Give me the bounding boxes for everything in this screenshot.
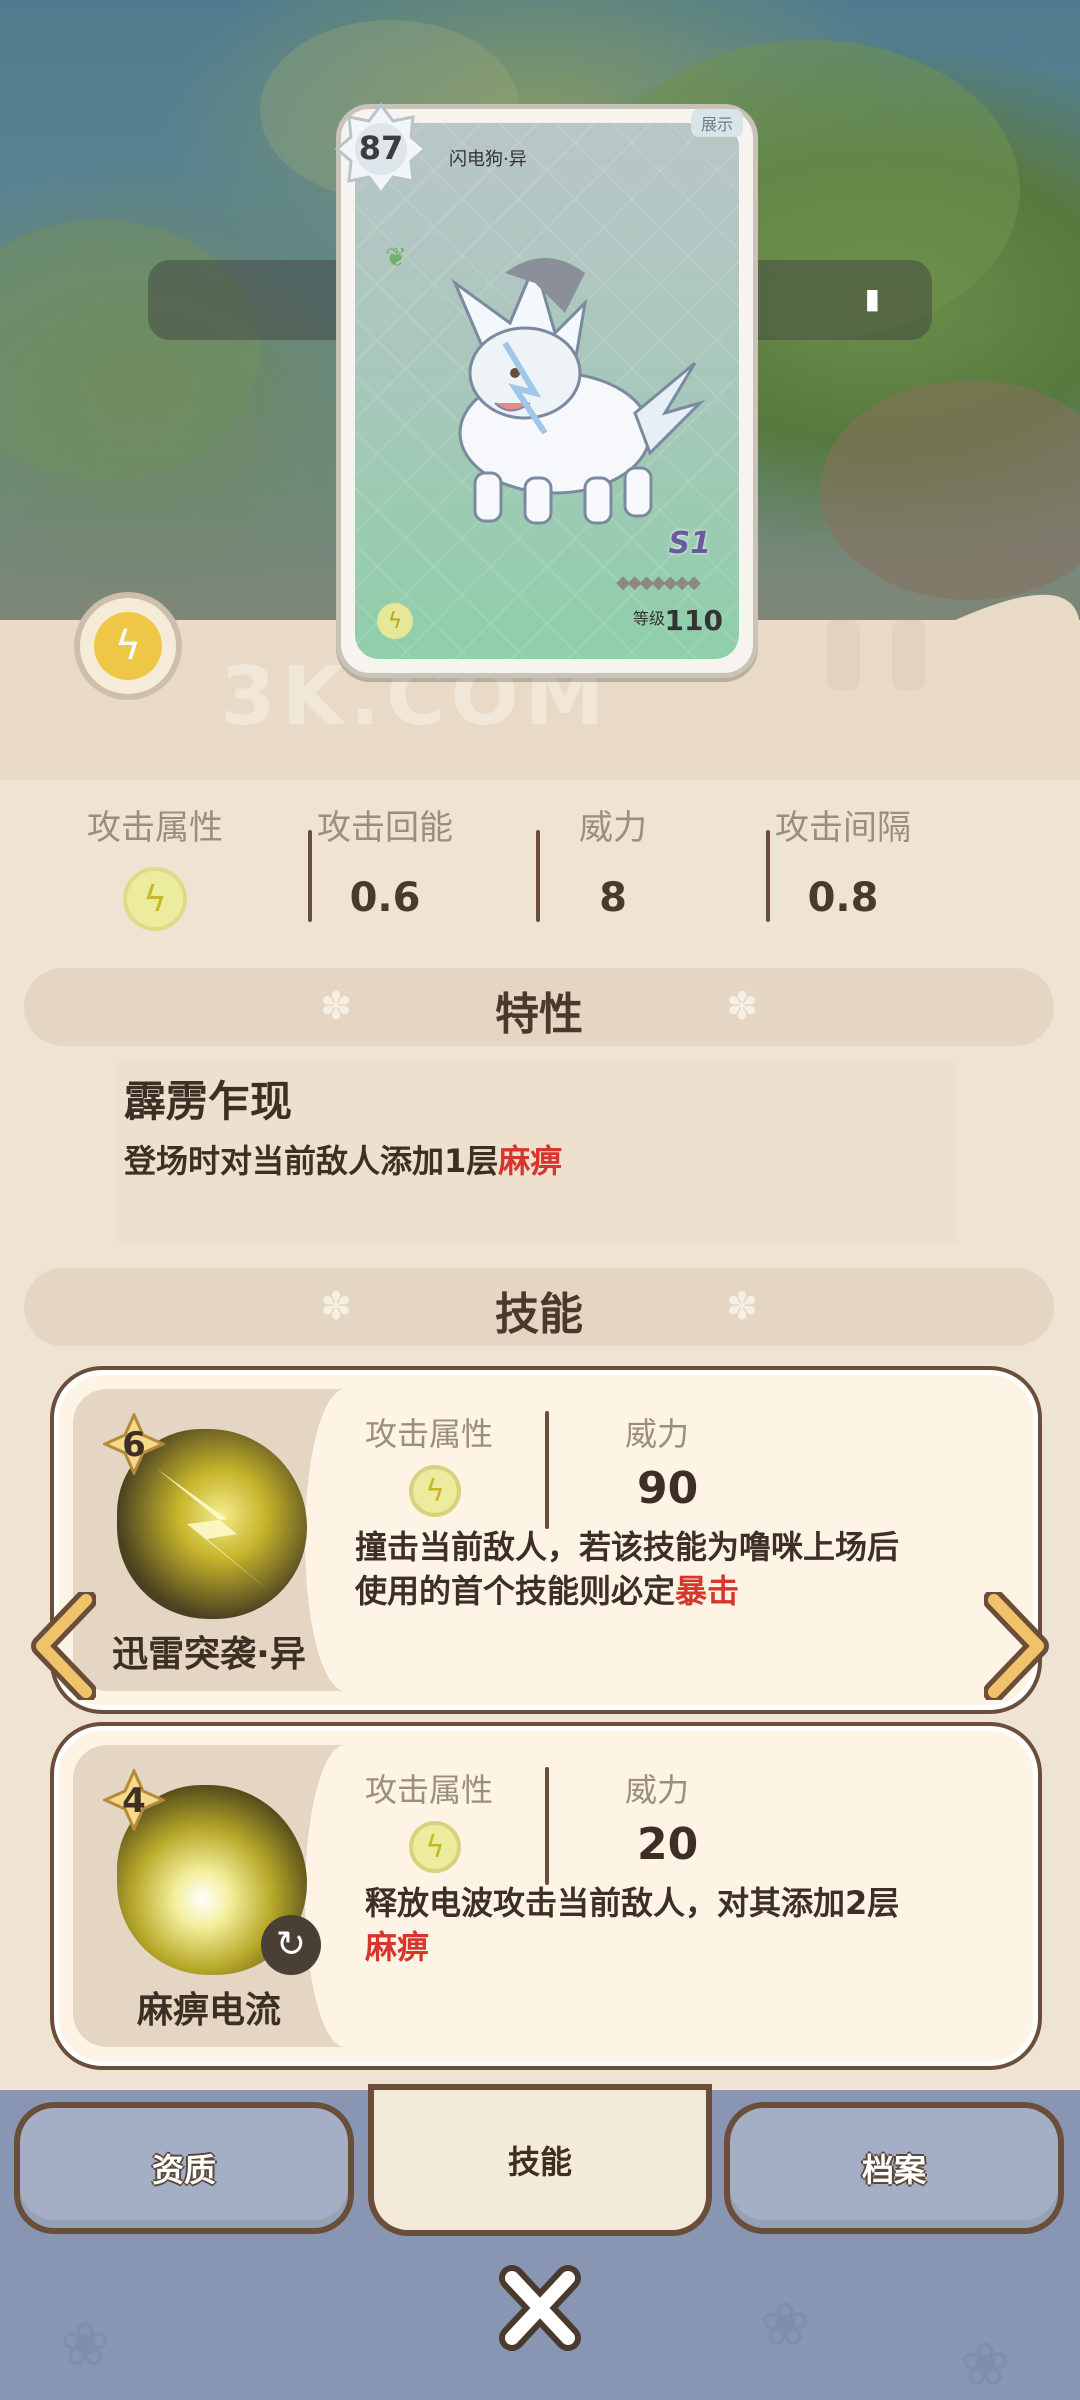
paw-icon: ❀ (60, 2310, 111, 2380)
divider (545, 1411, 549, 1529)
section-title: 特性 (495, 989, 583, 1040)
wolf-illustration (451, 258, 705, 525)
energy-cost: 4 (101, 1767, 167, 1833)
trait-box: 霹雳乍现 登场时对当前敌人添加1层麻痹 (118, 1058, 958, 1243)
skill-section-header: ✽ 技能 ✽ (24, 1268, 1054, 1346)
leaf-icon: ❦ (385, 243, 407, 273)
tab-skills[interactable]: 技能 (374, 2090, 706, 2230)
refresh-icon: ↻ (261, 1915, 321, 1975)
trait-name: 霹雳乍现 (124, 1077, 293, 1126)
element-badge: ϟ (74, 592, 182, 700)
stat-attack-attribute: 攻击属性 ϟ (40, 800, 270, 931)
display-tag[interactable]: 展示 (690, 109, 743, 137)
lightning-icon: ϟ (409, 1821, 461, 1873)
card-name: 闪电狗·异 (449, 149, 527, 170)
series-label: S1 (668, 526, 711, 561)
skill-name: 迅雷突袭·异 (112, 1634, 306, 1675)
energy-cost: 6 (101, 1411, 167, 1477)
tab-aptitude[interactable]: 资质 (20, 2108, 348, 2228)
flower-icon: ✽ (726, 1284, 758, 1328)
prev-skill-arrow[interactable] (30, 1592, 96, 1700)
paw-icon: ❀ (760, 2290, 811, 2360)
power-value: 20 (637, 1819, 699, 1870)
skill-card[interactable]: 4 ↻ 麻痹电流 攻击属性 ϟ 威力 20 释放电波攻击当前敌人，对其添加2层 … (54, 1726, 1038, 2066)
next-skill-arrow[interactable] (984, 1592, 1050, 1700)
ruler-icon: ▮ (864, 282, 880, 315)
close-button[interactable] (496, 2262, 584, 2354)
trait-description: 登场时对当前敌人添加1层麻痹 (124, 1142, 563, 1180)
keyword-paralysis: 麻痹 (365, 1928, 430, 1966)
level-badge: 87 (358, 129, 404, 167)
trait-section-header: ✽ 特性 ✽ (24, 968, 1054, 1046)
stats-row: 攻击属性 ϟ 攻击回能 0.6 威力 8 攻击间隔 0.8 (40, 800, 1040, 940)
lightning-icon: ϟ (94, 612, 162, 680)
flower-icon: ✽ (726, 984, 758, 1028)
stat-value: 0.8 (807, 875, 879, 921)
card-level-label: 等级 (632, 609, 665, 628)
attr-label: 攻击属性 (365, 1415, 494, 1453)
keyword-paralysis: 麻痹 (498, 1142, 563, 1180)
lightning-icon: ϟ (123, 867, 187, 931)
stat-attack-interval: 攻击间隔 0.8 (728, 800, 958, 921)
tab-profile[interactable]: 档案 (730, 2108, 1058, 2228)
skill-description: 撞击当前敌人，若该技能为噜咪上场后 使用的首个技能则必定暴击 (355, 1528, 900, 1610)
stat-label: 攻击属性 (87, 808, 223, 848)
skill-name: 麻痹电流 (136, 1990, 281, 2031)
rank-marks: ◆◆◆◆◆◆◆ (616, 572, 701, 593)
power-label: 威力 (625, 1771, 690, 1809)
paw-icon: ❀ (960, 2330, 1011, 2400)
lightning-icon: ϟ (409, 1465, 461, 1517)
character-card[interactable]: ❦ S1 ◆◆◆◆◆◆◆ ϟ 等级 110 87 闪电狗·异 展示 (334, 102, 758, 678)
power-label: 威力 (625, 1415, 690, 1453)
stat-energy-regen: 攻击回能 0.6 (270, 800, 500, 921)
stat-value: 8 (599, 875, 627, 921)
lightning-icon: ϟ (377, 603, 413, 639)
stat-label: 攻击回能 (317, 808, 453, 848)
stat-value: 0.6 (349, 875, 421, 921)
stat-label: 威力 (579, 808, 647, 848)
skill-description: 释放电波攻击当前敌人，对其添加2层 麻痹 (365, 1884, 900, 1966)
section-title: 技能 (495, 1289, 583, 1340)
card-level-value: 110 (664, 604, 723, 637)
skill-card[interactable]: 6 迅雷突袭·异 攻击属性 ϟ 威力 90 撞击当前敌人，若该技能为噜咪上场后 … (54, 1370, 1038, 1710)
card-art: ❦ S1 ◆◆◆◆◆◆◆ ϟ 等级 110 (355, 123, 739, 659)
power-value: 90 (637, 1463, 699, 1514)
divider (545, 1767, 549, 1885)
keyword-critical: 暴击 (675, 1572, 740, 1610)
stat-label: 攻击间隔 (775, 808, 911, 848)
attr-label: 攻击属性 (365, 1771, 494, 1809)
stat-power: 威力 8 (498, 800, 728, 921)
